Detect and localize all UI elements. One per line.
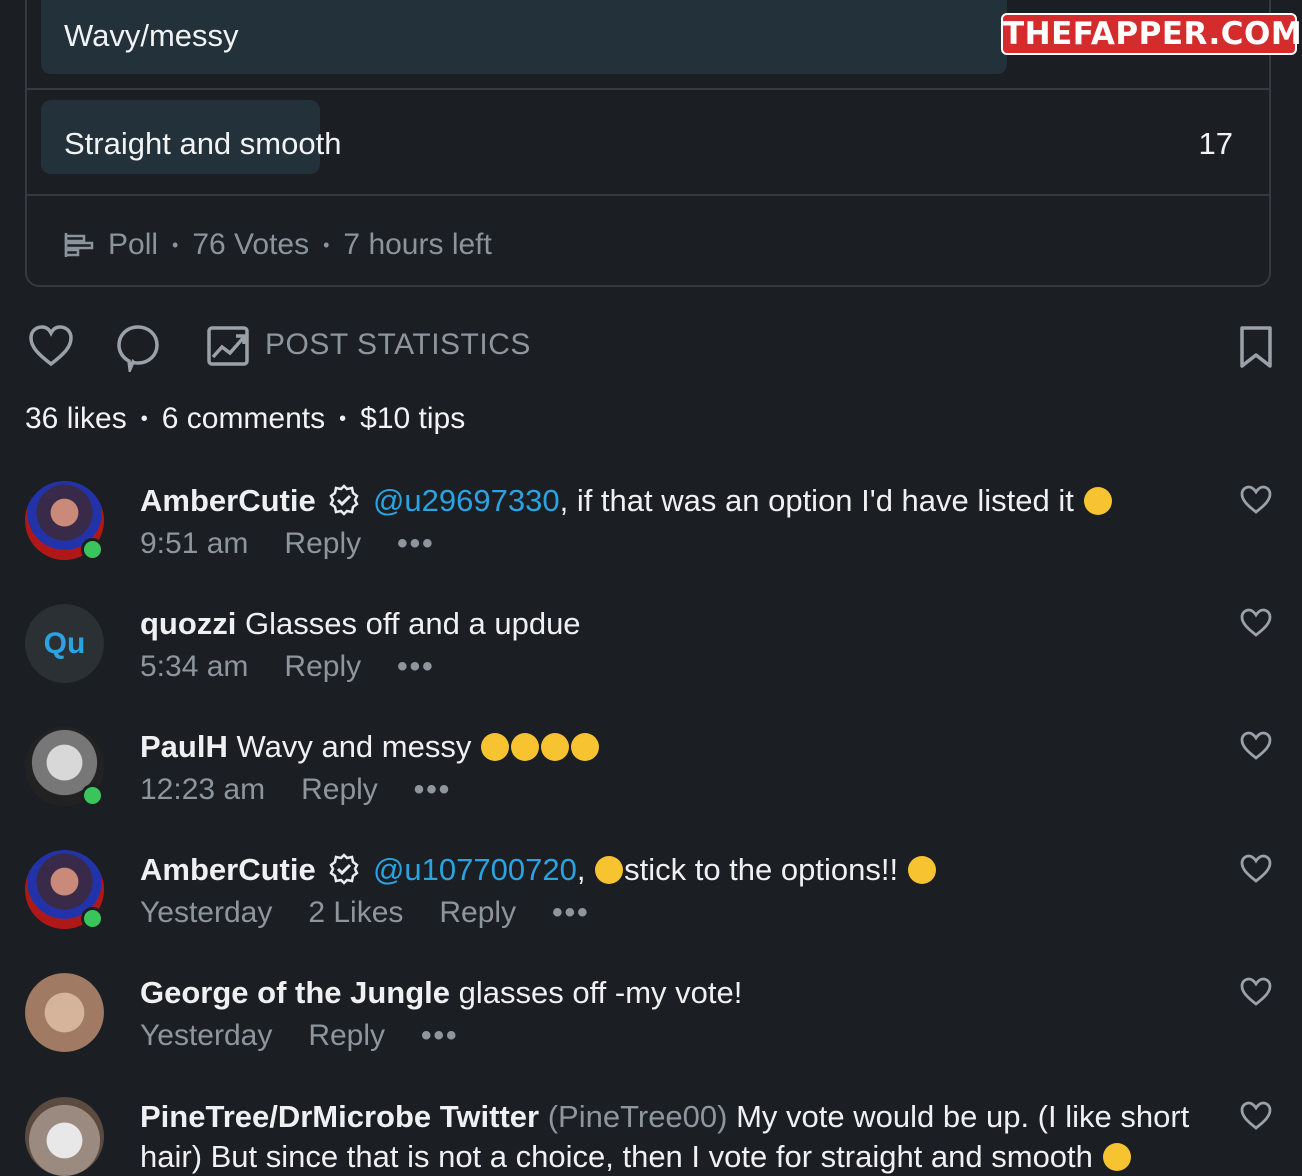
poll-meta: Poll • 76 Votes • 7 hours left <box>64 228 492 262</box>
poll-option-count: 17 <box>1198 126 1233 161</box>
comment-text: stick to the options!! <box>624 852 899 887</box>
comment-text: glasses off -my vote! <box>458 975 743 1010</box>
comment-line: quozzi Glasses off and a updue <box>140 606 581 642</box>
comment-mention[interactable]: @u107700720 <box>373 852 577 887</box>
comment-line: AmberCutie @u107700720, stick to the opt… <box>140 852 937 888</box>
more-options-icon[interactable]: ••• <box>552 896 590 930</box>
comment-item: George of the Jungle glasses off -my vot… <box>0 973 1302 1093</box>
heart-eyes-emoji-icon <box>540 733 569 761</box>
comment-item: AmberCutie @u107700720, stick to the opt… <box>0 850 1302 970</box>
more-options-icon[interactable]: ••• <box>397 527 435 561</box>
tips-count[interactable]: $10 tips <box>360 402 465 436</box>
comment-item: AmberCutie @u29697330, if that was an op… <box>0 481 1302 601</box>
comment-line: George of the Jungle glasses off -my vot… <box>140 975 742 1011</box>
comment-meta: Yesterday 2 Likes Reply ••• <box>140 896 626 930</box>
post-summary: 36 likes • 6 comments • $10 tips <box>25 402 466 436</box>
comment-author[interactable]: PineTree/DrMicrobe Twitter <box>140 1099 539 1134</box>
statistics-chart-icon[interactable] <box>206 325 250 367</box>
bookmark-icon[interactable] <box>1236 325 1276 369</box>
comment-item: PineTree/DrMicrobe Twitter (PineTree00) … <box>0 1097 1302 1176</box>
poll-option-label: Straight and smooth <box>64 126 342 161</box>
comment-time: 5:34 am <box>140 650 249 683</box>
online-indicator <box>81 907 104 930</box>
more-options-icon[interactable]: ••• <box>421 1019 459 1053</box>
smile-emoji-icon <box>1102 1143 1131 1171</box>
comment-text: , if that was an option I'd have listed … <box>559 483 1074 518</box>
heart-eyes-emoji-icon <box>570 733 599 761</box>
poll-time-left: 7 hours left <box>343 228 492 261</box>
comment-like-heart-icon[interactable] <box>1240 485 1272 515</box>
avatar[interactable] <box>25 973 104 1052</box>
comment-item: PaulH Wavy and messy 12:23 am Reply ••• <box>0 727 1302 847</box>
online-indicator <box>81 784 104 807</box>
comment-item: Qu quozzi Glasses off and a updue 5:34 a… <box>0 604 1302 724</box>
comment-like-heart-icon[interactable] <box>1240 854 1272 884</box>
comment-meta: Yesterday Reply ••• <box>140 1019 495 1053</box>
comment-like-heart-icon[interactable] <box>1240 1101 1272 1131</box>
avatar[interactable]: Qu <box>25 604 104 683</box>
poll-option-label: Wavy/messy <box>64 18 239 53</box>
likes-count[interactable]: 36 likes <box>25 402 127 436</box>
laughing-emoji-icon <box>1083 487 1112 515</box>
comment-like-heart-icon[interactable] <box>1240 608 1272 638</box>
comment-time: Yesterday <box>140 896 273 929</box>
comment-like-heart-icon[interactable] <box>1240 731 1272 761</box>
comments-count[interactable]: 6 comments <box>162 402 325 436</box>
post-statistics-button[interactable]: POST STATISTICS <box>265 328 531 362</box>
comment-meta: 9:51 am Reply ••• <box>140 527 471 561</box>
comment-author[interactable]: PaulH <box>140 729 228 764</box>
comment-line: PaulH Wavy and messy <box>140 729 600 765</box>
avatar-initials: Qu <box>43 626 86 660</box>
reply-button[interactable]: Reply <box>284 650 361 684</box>
reply-button[interactable]: Reply <box>301 773 378 807</box>
comment-time: Yesterday <box>140 1019 273 1052</box>
comment-text: Wavy and messy <box>236 729 472 764</box>
heart-eyes-emoji-icon <box>510 733 539 761</box>
comment-time: 9:51 am <box>140 527 249 560</box>
more-options-icon[interactable]: ••• <box>414 773 452 807</box>
reply-button[interactable]: Reply <box>439 896 516 930</box>
online-indicator <box>81 538 104 561</box>
grinning-squint-emoji-icon <box>595 856 624 884</box>
verified-badge-icon <box>329 484 359 516</box>
reply-button[interactable]: Reply <box>308 1019 385 1053</box>
comment-text: , <box>576 852 586 887</box>
comment-text: Glasses off and a updue <box>245 606 581 641</box>
comment-mention[interactable]: @u29697330 <box>373 483 560 518</box>
like-heart-icon[interactable] <box>28 324 74 368</box>
post-actions: POST STATISTICS <box>26 322 1276 372</box>
watermark-logo: THEFAPPER.COM <box>1001 13 1302 55</box>
comment-text: hair) But since that is not a choice, th… <box>140 1139 1093 1174</box>
verified-badge-icon <box>329 853 359 885</box>
comment-bubble-icon[interactable] <box>116 324 160 372</box>
comment-text: My vote would be up. (I like short <box>736 1099 1190 1134</box>
comment-line: AmberCutie @u29697330, if that was an op… <box>140 483 1113 519</box>
more-options-icon[interactable]: ••• <box>397 650 435 684</box>
poll-type: Poll <box>108 228 159 261</box>
comment-meta: 5:34 am Reply ••• <box>140 650 471 684</box>
yum-emoji-icon <box>907 856 936 884</box>
comment-line: PineTree/DrMicrobe Twitter (PineTree00) … <box>140 1099 1189 1135</box>
heart-eyes-emoji-icon <box>480 733 509 761</box>
poll-votes: 76 Votes <box>192 228 310 261</box>
comment-author[interactable]: AmberCutie <box>140 852 316 887</box>
comment-line: hair) But since that is not a choice, th… <box>140 1139 1132 1175</box>
comment-meta: 12:23 am Reply ••• <box>140 773 487 807</box>
comment-likes[interactable]: 2 Likes <box>308 896 403 930</box>
comment-time: 12:23 am <box>140 773 266 806</box>
comment-author[interactable]: AmberCutie <box>140 483 316 518</box>
comment-author[interactable]: quozzi <box>140 606 236 641</box>
poll-icon <box>64 233 94 257</box>
comment-like-heart-icon[interactable] <box>1240 977 1272 1007</box>
comment-handle[interactable]: (PineTree00) <box>548 1099 728 1134</box>
poll-option-straight[interactable]: Straight and smooth 17 <box>27 90 1269 196</box>
avatar[interactable] <box>25 1097 104 1176</box>
reply-button[interactable]: Reply <box>284 527 361 561</box>
comment-author[interactable]: George of the Jungle <box>140 975 450 1010</box>
